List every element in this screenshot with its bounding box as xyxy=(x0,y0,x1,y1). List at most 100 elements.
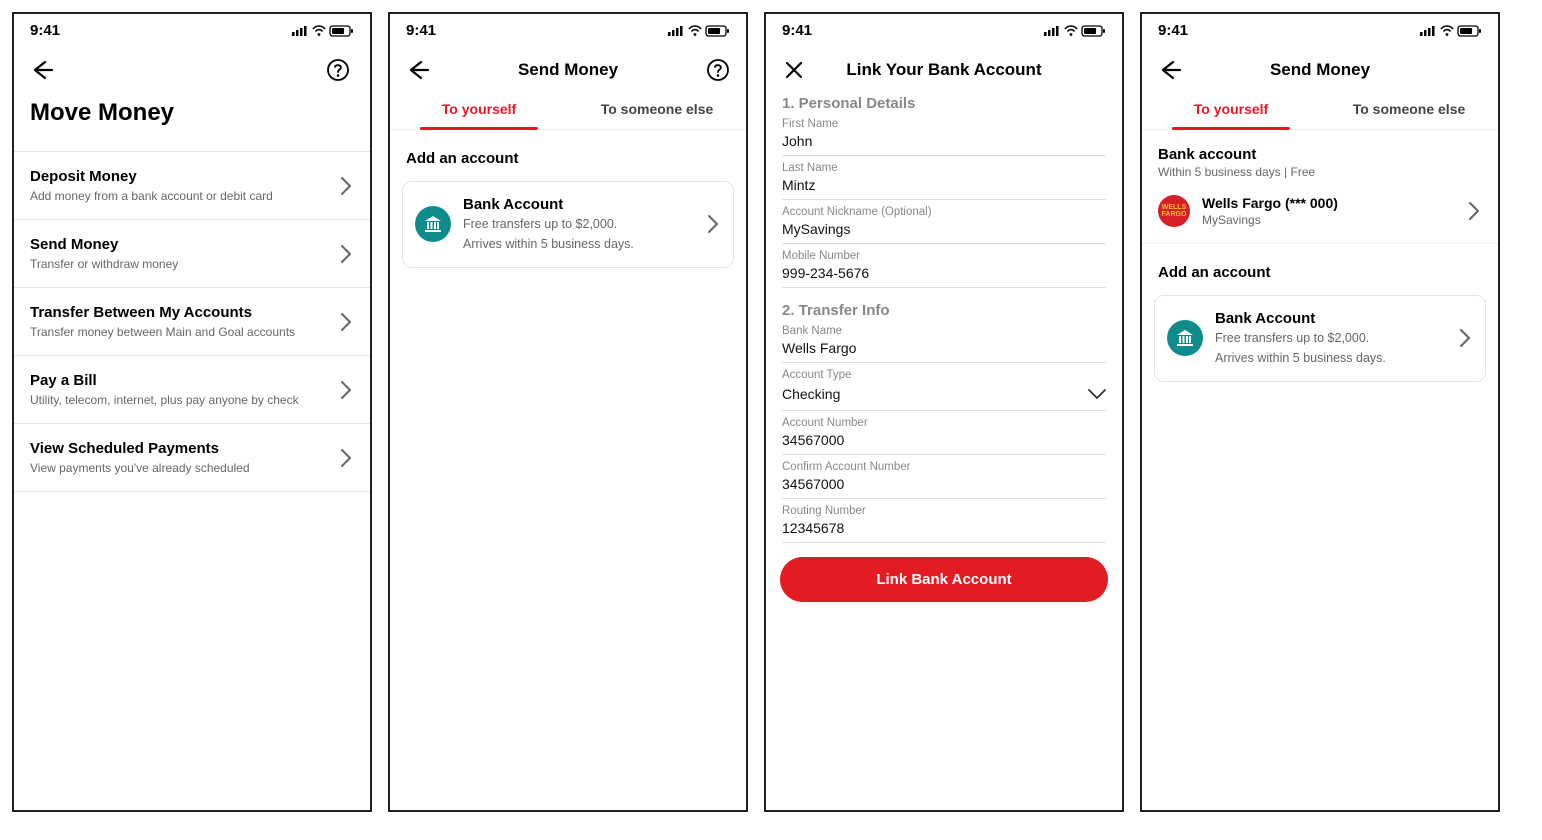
link-bank-account-button[interactable]: Link Bank Account xyxy=(780,557,1108,602)
chevron-right-icon xyxy=(1464,200,1482,222)
status-time: 9:41 xyxy=(406,22,436,39)
bank-account-heading: Bank account xyxy=(1158,146,1482,163)
back-button[interactable] xyxy=(1158,58,1186,82)
field-mobile[interactable]: Mobile Number 999-234-5676 xyxy=(766,244,1122,288)
menu-item-send-money[interactable]: Send Money Transfer or withdraw money xyxy=(14,220,370,288)
menu-item-title: Deposit Money xyxy=(30,168,273,185)
field-last-name[interactable]: Last Name Mintz xyxy=(766,156,1122,200)
card-sub-line1: Free transfers up to $2,000. xyxy=(1215,330,1443,347)
help-icon xyxy=(326,58,350,82)
page-title: Send Money xyxy=(434,60,702,80)
back-button[interactable] xyxy=(30,58,58,82)
bank-account-card[interactable]: Bank Account Free transfers up to $2,000… xyxy=(402,181,734,268)
wells-fargo-logo-icon: WELLS FARGO xyxy=(1158,195,1190,227)
chevron-right-icon xyxy=(336,311,354,333)
screen-move-money: 9:41 Move Money Deposit Money Add money … xyxy=(12,12,372,812)
field-bank-name[interactable]: Bank Name Wells Fargo xyxy=(766,319,1122,363)
chevron-right-icon xyxy=(703,213,721,235)
screen-send-money-linked: 9:41 Send Money To yourself To someone e… xyxy=(1140,12,1500,812)
menu-item-scheduled[interactable]: View Scheduled Payments View payments yo… xyxy=(14,424,370,492)
linked-account-row[interactable]: WELLS FARGO Wells Fargo (*** 000) MySavi… xyxy=(1142,179,1498,244)
menu-item-transfer[interactable]: Transfer Between My Accounts Transfer mo… xyxy=(14,288,370,356)
menu-item-deposit-money[interactable]: Deposit Money Add money from a bank acco… xyxy=(14,151,370,220)
account-name: Wells Fargo (*** 000) xyxy=(1202,195,1452,211)
menu-item-subtitle: View payments you've already scheduled xyxy=(30,461,250,475)
field-routing-number[interactable]: Routing Number 12345678 xyxy=(766,499,1122,543)
section-personal-details: 1. Personal Details xyxy=(766,87,1122,112)
bank-icon xyxy=(415,206,451,242)
close-button[interactable] xyxy=(782,58,810,82)
tab-to-yourself[interactable]: To yourself xyxy=(1142,87,1320,129)
bank-icon xyxy=(1167,320,1203,356)
tab-to-someone-else[interactable]: To someone else xyxy=(568,87,746,129)
field-label: Last Name xyxy=(782,162,1106,174)
tabs: To yourself To someone else xyxy=(390,87,746,130)
back-button[interactable] xyxy=(406,58,434,82)
card-sub-line1: Free transfers up to $2,000. xyxy=(463,216,691,233)
status-icons xyxy=(292,24,354,38)
add-account-heading: Add an account xyxy=(1142,244,1498,291)
chevron-right-icon xyxy=(336,447,354,469)
field-value: MySavings xyxy=(782,221,850,237)
tab-to-someone-else[interactable]: To someone else xyxy=(1320,87,1498,129)
field-confirm-account-number[interactable]: Confirm Account Number 34567000 xyxy=(766,455,1122,499)
field-label: First Name xyxy=(782,118,1106,130)
chevron-right-icon xyxy=(336,175,354,197)
field-label: Bank Name xyxy=(782,325,1106,337)
field-value: 34567000 xyxy=(782,432,844,448)
card-title: Bank Account xyxy=(463,196,691,213)
field-account-type[interactable]: Account Type Checking xyxy=(766,363,1122,411)
nav-bar: Link Your Bank Account xyxy=(766,43,1122,87)
field-value: Checking xyxy=(782,386,840,402)
back-arrow-icon xyxy=(30,58,56,82)
help-button[interactable] xyxy=(326,58,354,82)
menu-item-subtitle: Utility, telecom, internet, plus pay any… xyxy=(30,393,299,407)
help-button[interactable] xyxy=(702,58,730,82)
card-title: Bank Account xyxy=(1215,310,1443,327)
nav-bar: Send Money xyxy=(1142,43,1498,87)
menu-item-subtitle: Transfer money between Main and Goal acc… xyxy=(30,325,295,339)
field-value: Mintz xyxy=(782,177,815,193)
menu-item-pay-bill[interactable]: Pay a Bill Utility, telecom, internet, p… xyxy=(14,356,370,424)
nav-bar: Send Money xyxy=(390,43,746,87)
menu-list: Deposit Money Add money from a bank acco… xyxy=(14,151,370,492)
chevron-down-icon xyxy=(1086,384,1106,404)
field-label: Account Nickname (Optional) xyxy=(782,206,1106,218)
menu-item-title: Pay a Bill xyxy=(30,372,299,389)
tab-to-yourself[interactable]: To yourself xyxy=(390,87,568,129)
tabs: To yourself To someone else xyxy=(1142,87,1498,130)
back-arrow-icon xyxy=(406,58,432,82)
menu-item-subtitle: Add money from a bank account or debit c… xyxy=(30,189,273,203)
field-value: 34567000 xyxy=(782,476,844,492)
chevron-right-icon xyxy=(336,379,354,401)
menu-item-subtitle: Transfer or withdraw money xyxy=(30,257,178,271)
screen-send-money-empty: 9:41 Send Money To yourself To someone e… xyxy=(388,12,748,812)
menu-item-title: Transfer Between My Accounts xyxy=(30,304,295,321)
field-value: John xyxy=(782,133,812,149)
help-icon xyxy=(706,58,730,82)
field-label: Routing Number xyxy=(782,505,1106,517)
account-nickname: MySavings xyxy=(1202,213,1452,227)
close-icon xyxy=(782,58,806,82)
field-label: Confirm Account Number xyxy=(782,461,1106,473)
status-time: 9:41 xyxy=(30,22,60,39)
field-account-number[interactable]: Account Number 34567000 xyxy=(766,411,1122,455)
field-nickname[interactable]: Account Nickname (Optional) MySavings xyxy=(766,200,1122,244)
status-bar: 9:41 xyxy=(766,14,1122,43)
page-title: Move Money xyxy=(14,87,370,151)
card-sub-line2: Arrives within 5 business days. xyxy=(463,236,691,253)
field-first-name[interactable]: First Name John xyxy=(766,112,1122,156)
bank-account-card[interactable]: Bank Account Free transfers up to $2,000… xyxy=(1154,295,1486,382)
status-bar: 9:41 xyxy=(14,14,370,43)
card-sub-line2: Arrives within 5 business days. xyxy=(1215,350,1443,367)
bank-account-subheading: Within 5 business days | Free xyxy=(1158,165,1482,179)
screen-link-bank: 9:41 Link Your Bank Account 1. Personal … xyxy=(764,12,1124,812)
page-title: Send Money xyxy=(1186,60,1454,80)
status-icons xyxy=(668,24,730,38)
menu-item-title: Send Money xyxy=(30,236,178,253)
bank-account-section: Bank account Within 5 business days | Fr… xyxy=(1142,130,1498,179)
chevron-right-icon xyxy=(1455,327,1473,349)
field-label: Account Number xyxy=(782,417,1106,429)
field-value: 12345678 xyxy=(782,520,844,536)
status-icons xyxy=(1044,24,1106,38)
